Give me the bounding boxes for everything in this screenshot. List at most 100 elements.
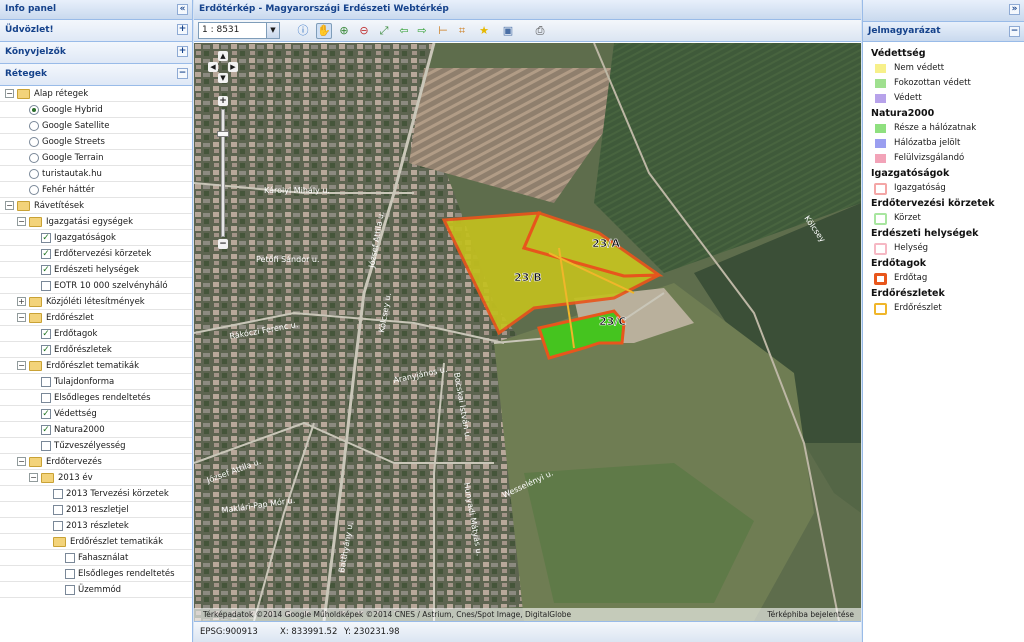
zoom-out-icon[interactable]: −: [218, 239, 228, 249]
chevron-down-icon[interactable]: ▼: [266, 23, 279, 38]
layer-checkbox[interactable]: ✓: [41, 345, 51, 355]
zoom-slider-handle[interactable]: [217, 131, 229, 137]
tree-layer-node[interactable]: Fehér háttér: [0, 182, 192, 198]
section-bookmarks[interactable]: Könyvjelzők +: [0, 42, 192, 64]
tree-folder-node[interactable]: − Rávetítések: [0, 198, 192, 214]
pan-down-icon[interactable]: ▼: [218, 73, 228, 83]
expand-welcome-icon[interactable]: +: [177, 24, 188, 35]
pan-up-icon[interactable]: ▲: [218, 51, 228, 61]
tree-folder-node[interactable]: − Igazgatási egységek: [0, 214, 192, 230]
tree-folder-node[interactable]: − 2013 év: [0, 470, 192, 486]
previous-view-icon[interactable]: ⇦: [396, 23, 412, 39]
layer-checkbox[interactable]: ✓: [41, 425, 51, 435]
collapse-icon[interactable]: −: [17, 313, 26, 322]
collapse-icon[interactable]: −: [29, 473, 38, 482]
map-view[interactable]: 23/A 23/B 23/C Károlyi Mihály u. Petőfi …: [194, 43, 861, 621]
tree-layer-node[interactable]: ✓ Erdőrészletek: [0, 342, 192, 358]
layer-checkbox[interactable]: [65, 553, 75, 563]
layer-checkbox[interactable]: [53, 489, 63, 499]
collapse-icon[interactable]: −: [5, 201, 14, 210]
layer-checkbox[interactable]: ✓: [41, 409, 51, 419]
layer-checkbox[interactable]: ✓: [41, 233, 51, 243]
layer-checkbox[interactable]: [65, 569, 75, 579]
pan-hand-icon[interactable]: ✋: [316, 23, 332, 39]
tree-layer-node[interactable]: 2013 Tervezési körzetek: [0, 486, 192, 502]
tree-layer-node[interactable]: Tűzveszélyesség: [0, 438, 192, 454]
export-image-icon[interactable]: ▣: [500, 23, 516, 39]
zoom-in-box-icon[interactable]: ⊕: [336, 23, 352, 39]
collapse-icon[interactable]: −: [5, 89, 14, 98]
tree-layer-node[interactable]: ✓ Erdészeti helységek: [0, 262, 192, 278]
layer-radio[interactable]: [29, 169, 39, 179]
tree-layer-node[interactable]: Google Streets: [0, 134, 192, 150]
layer-checkbox[interactable]: [41, 441, 51, 451]
tree-folder-node[interactable]: − Alap rétegek: [0, 86, 192, 102]
collapse-icon[interactable]: −: [17, 361, 26, 370]
zoom-in-icon[interactable]: +: [218, 96, 228, 106]
tree-layer-node[interactable]: Google Satellite: [0, 118, 192, 134]
tree-layer-node[interactable]: ✓ Védettség: [0, 406, 192, 422]
layer-radio[interactable]: [29, 105, 39, 115]
print-icon[interactable]: ⎙: [532, 23, 548, 39]
layer-checkbox[interactable]: [41, 281, 51, 291]
tree-folder-node[interactable]: Erdőrészlet tematikák: [0, 534, 192, 550]
layer-checkbox[interactable]: [53, 505, 63, 515]
scale-select[interactable]: 1 : 8531 ▼: [198, 22, 280, 39]
layer-checkbox[interactable]: ✓: [41, 329, 51, 339]
tree-layer-node[interactable]: ✓ Erdőtagok: [0, 326, 192, 342]
tree-folder-node[interactable]: − Erdőrészlet: [0, 310, 192, 326]
pan-left-icon[interactable]: ◀: [208, 62, 218, 72]
pan-right-icon[interactable]: ▶: [228, 62, 238, 72]
info-icon[interactable]: ⓘ: [295, 23, 311, 39]
measure-line-icon[interactable]: ⊢: [435, 23, 451, 39]
layer-checkbox[interactable]: [41, 393, 51, 403]
tree-folder-node[interactable]: + Közjóléti létesítmények: [0, 294, 192, 310]
collapse-left-icon[interactable]: «: [177, 4, 188, 15]
tree-layer-node[interactable]: ✓ Igazgatóságok: [0, 230, 192, 246]
measure-area-icon[interactable]: ⌗: [454, 23, 470, 39]
tree-layer-node[interactable]: ✓ Erdőtervezési körzetek: [0, 246, 192, 262]
tree-node-label: Fahasználat: [78, 553, 129, 563]
collapse-legend-icon[interactable]: −: [1009, 26, 1020, 37]
expand-bookmarks-icon[interactable]: +: [177, 46, 188, 57]
layer-radio[interactable]: [29, 153, 39, 163]
layer-checkbox[interactable]: [41, 377, 51, 387]
tree-layer-node[interactable]: EOTR 10 000 szelvényháló: [0, 278, 192, 294]
tree-folder-node[interactable]: − Erdőrészlet tematikák: [0, 358, 192, 374]
collapse-right-icon[interactable]: »: [1009, 4, 1020, 15]
tree-layer-node[interactable]: Tulajdonforma: [0, 374, 192, 390]
section-layers[interactable]: Rétegek −: [0, 64, 192, 86]
tree-layer-node[interactable]: Elsődleges rendeltetés: [0, 566, 192, 582]
next-view-icon[interactable]: ⇨: [414, 23, 430, 39]
tree-layer-node[interactable]: Üzemmód: [0, 582, 192, 598]
layer-radio[interactable]: [29, 121, 39, 131]
tree-layer-node[interactable]: ✓ Natura2000: [0, 422, 192, 438]
tree-layer-node[interactable]: Google Hybrid: [0, 102, 192, 118]
tree-layer-node[interactable]: 2013 reszletjel: [0, 502, 192, 518]
collapse-icon[interactable]: −: [17, 217, 26, 226]
section-welcome[interactable]: Üdvözlet! +: [0, 20, 192, 42]
layer-checkbox[interactable]: ✓: [41, 265, 51, 275]
layer-checkbox[interactable]: [65, 585, 75, 595]
report-map-error-link[interactable]: Térképhiba bejelentése: [767, 608, 854, 621]
tree-layer-node[interactable]: Fahasználat: [0, 550, 192, 566]
zoom-slider-track[interactable]: [221, 109, 225, 237]
layer-radio[interactable]: [29, 137, 39, 147]
collapse-layers-icon[interactable]: −: [177, 68, 188, 79]
info-panel-title: Info panel: [5, 4, 57, 14]
layer-checkbox[interactable]: [53, 521, 63, 531]
tree-layer-node[interactable]: Google Terrain: [0, 150, 192, 166]
collapse-icon[interactable]: −: [17, 457, 26, 466]
layer-checkbox[interactable]: ✓: [41, 249, 51, 259]
layer-radio[interactable]: [29, 185, 39, 195]
tree-layer-node[interactable]: turistautak.hu: [0, 166, 192, 182]
tree-folder-node[interactable]: − Erdőtervezés: [0, 454, 192, 470]
expand-icon[interactable]: +: [17, 297, 26, 306]
tree-layer-node[interactable]: Elsődleges rendeltetés: [0, 390, 192, 406]
bookmark-star-icon[interactable]: ★: [476, 23, 492, 39]
tree-layer-node[interactable]: 2013 részletek: [0, 518, 192, 534]
zoom-extent-icon[interactable]: ⤢: [376, 23, 392, 39]
satellite-map[interactable]: 23/A 23/B 23/C Károlyi Mihály u. Petőfi …: [194, 43, 861, 621]
zoom-out-box-icon[interactable]: ⊖: [356, 23, 372, 39]
tree-node-label: Google Streets: [42, 137, 105, 147]
